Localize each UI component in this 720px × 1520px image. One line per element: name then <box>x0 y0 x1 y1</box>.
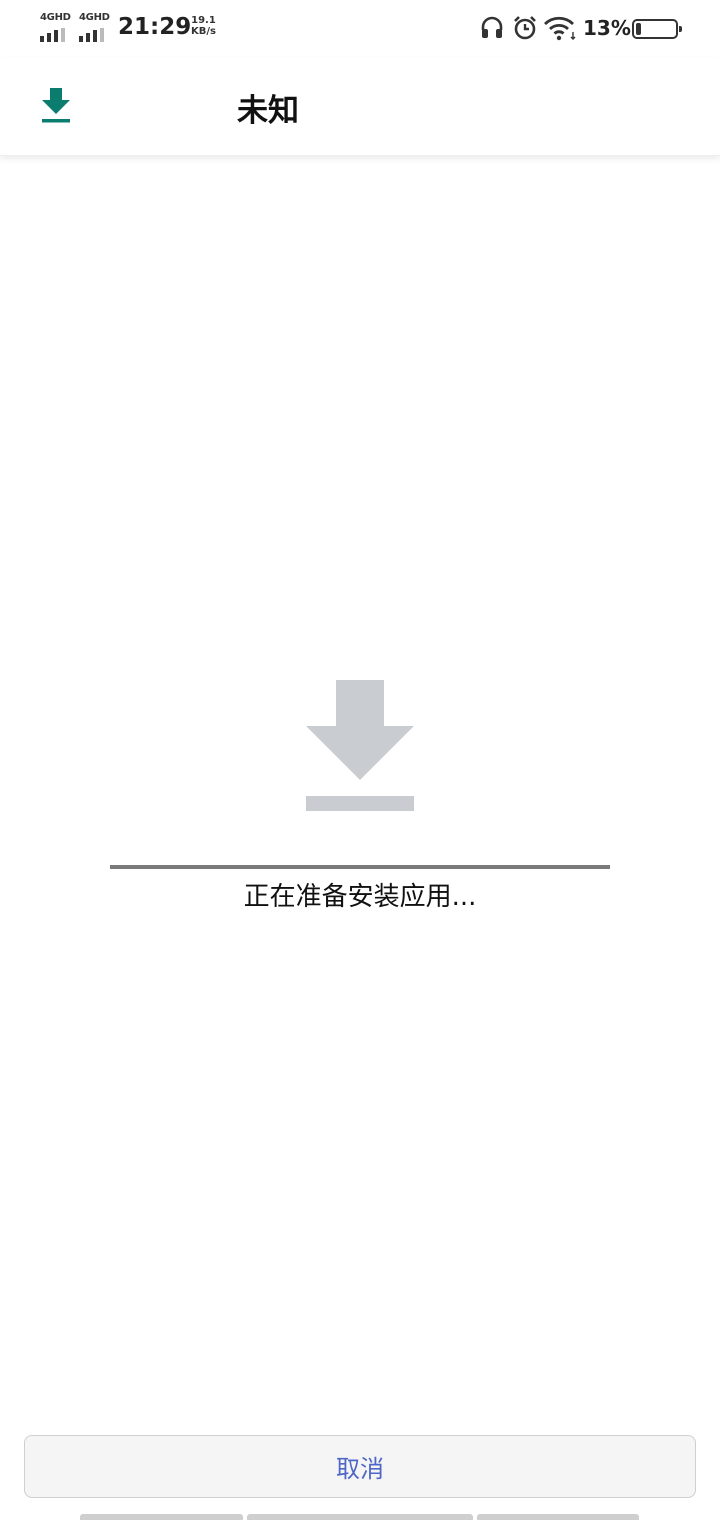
download-icon <box>42 88 70 123</box>
install-progress-fill <box>110 865 610 869</box>
download-icon <box>306 680 414 811</box>
headphones-icon <box>481 16 503 38</box>
install-screen: 4GHD 4GHD 21:29 19.1 KB/s 13% 未知 正在准备安装应… <box>0 0 720 1520</box>
nav-hint-left <box>80 1514 243 1520</box>
sim2-signal-icon: 4GHD <box>79 12 113 42</box>
status-time: 21:29 <box>118 14 192 40</box>
install-status-text: 正在准备安装应用... <box>243 882 477 912</box>
battery-percent: 13% <box>583 16 631 40</box>
cancel-button[interactable]: 取消 <box>24 1435 696 1498</box>
wifi-icon <box>544 16 576 41</box>
nav-hint-right <box>477 1514 639 1520</box>
battery-icon <box>632 19 682 39</box>
status-bar: 4GHD 4GHD 21:29 19.1 KB/s 13% <box>0 0 720 58</box>
sim2-network-type: 4GHD <box>79 12 110 23</box>
app-title: 未知 <box>237 93 299 129</box>
sim1-signal-icon: 4GHD <box>40 12 74 42</box>
network-speed: 19.1 KB/s <box>191 15 216 37</box>
sim1-network-type: 4GHD <box>40 12 71 23</box>
network-speed-value: 19.1 <box>191 15 216 26</box>
network-speed-unit: KB/s <box>191 26 216 37</box>
install-progress-bar <box>110 865 610 869</box>
app-bar: 未知 <box>0 58 720 156</box>
alarm-icon <box>514 16 536 40</box>
nav-hint-center <box>247 1514 473 1520</box>
